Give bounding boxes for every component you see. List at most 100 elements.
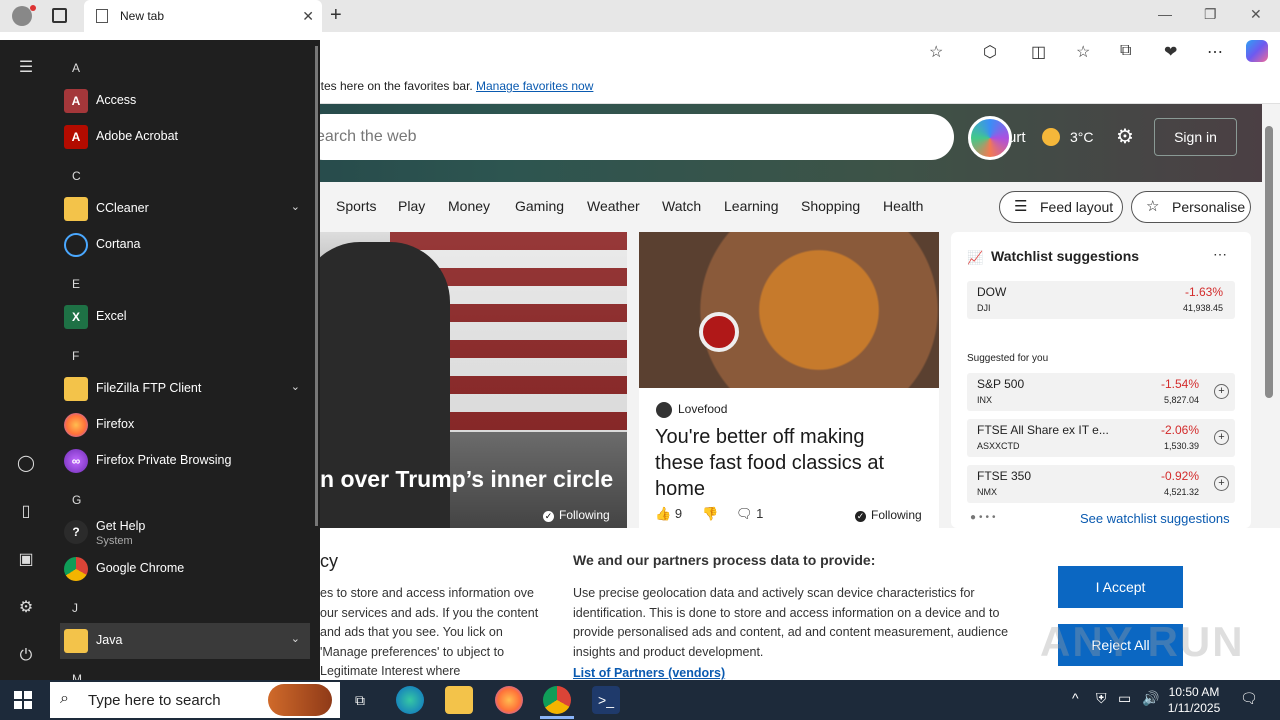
network-icon[interactable]: ▭ bbox=[1118, 690, 1131, 707]
performance-icon[interactable]: ❤ bbox=[1164, 42, 1177, 62]
news-card-1-headline[interactable]: n over Trump’s inner circle bbox=[320, 466, 613, 493]
hamburger-menu-icon[interactable]: ☰ bbox=[14, 56, 38, 80]
tab-actions-icon[interactable] bbox=[52, 8, 67, 23]
copilot-button[interactable] bbox=[968, 116, 1012, 160]
pictures-icon[interactable]: ▣ bbox=[14, 548, 38, 572]
personalise-button[interactable]: ☆ Personalise bbox=[1131, 191, 1251, 223]
app-label: Get Help bbox=[96, 519, 146, 533]
security-icon[interactable]: ⛨ bbox=[1096, 690, 1107, 707]
add-to-watchlist-icon[interactable]: + bbox=[1214, 476, 1229, 491]
page-scrollbar-thumb[interactable] bbox=[1265, 126, 1273, 398]
favorite-star-icon[interactable]: ☆ bbox=[929, 42, 943, 62]
accept-button[interactable]: I Accept bbox=[1058, 566, 1183, 608]
nav-weather[interactable]: Weather bbox=[587, 198, 640, 214]
file-explorer-icon[interactable] bbox=[445, 686, 473, 714]
nav-learning[interactable]: Learning bbox=[724, 198, 779, 214]
app-ccleaner[interactable]: CCleaner ⌄ bbox=[60, 191, 310, 227]
letter-heading[interactable]: M bbox=[72, 672, 82, 680]
chrome-taskbar-icon[interactable] bbox=[543, 686, 571, 714]
settings-gear-icon[interactable]: ⚙ bbox=[1116, 124, 1134, 149]
like-button[interactable]: 👍 9 bbox=[655, 506, 682, 522]
minimize-button[interactable]: — bbox=[1158, 6, 1172, 22]
nav-play[interactable]: Play bbox=[398, 198, 425, 214]
add-to-watchlist-icon[interactable]: + bbox=[1214, 430, 1229, 445]
see-watchlist-link[interactable]: See watchlist suggestions bbox=[1080, 511, 1230, 526]
nav-watch[interactable]: Watch bbox=[662, 198, 701, 214]
weather-icon[interactable] bbox=[1042, 128, 1060, 146]
address-bar[interactable] bbox=[320, 37, 960, 67]
stock-row[interactable]: FTSE All Share ex IT e... ASXXCTD -2.06%… bbox=[967, 419, 1235, 457]
location-label[interactable]: urt bbox=[1008, 129, 1026, 146]
more-icon[interactable]: ⋯ bbox=[1207, 42, 1223, 62]
nav-money[interactable]: Money bbox=[448, 198, 490, 214]
nav-gaming[interactable]: Gaming bbox=[515, 198, 564, 214]
extensions-icon[interactable]: ⬡ bbox=[983, 42, 997, 62]
app-access[interactable]: A Access bbox=[60, 83, 310, 119]
volume-icon[interactable]: 🔊 bbox=[1142, 690, 1159, 707]
manage-favorites-link[interactable]: Manage favorites now bbox=[476, 79, 593, 93]
system-clock[interactable]: 10:50 AM 1/11/2025 bbox=[1166, 684, 1222, 716]
letter-heading[interactable]: J bbox=[72, 601, 78, 615]
close-tab-icon[interactable]: ✕ bbox=[302, 8, 314, 25]
app-google-chrome[interactable]: Google Chrome bbox=[60, 551, 310, 587]
letter-heading[interactable]: E bbox=[72, 277, 80, 291]
page-icon bbox=[96, 9, 108, 23]
dislike-icon[interactable]: 👎 bbox=[702, 506, 718, 522]
show-hidden-icons[interactable]: ^ bbox=[1072, 690, 1079, 706]
start-menu-scrollbar[interactable] bbox=[315, 46, 318, 526]
task-view-icon[interactable]: ⧉ bbox=[346, 686, 374, 714]
letter-heading[interactable]: F bbox=[72, 349, 79, 363]
collections-icon[interactable]: ⧉ bbox=[1120, 42, 1131, 60]
notification-icon[interactable]: 🗨 bbox=[1240, 690, 1258, 707]
app-adobe-acrobat[interactable]: A Adobe Acrobat bbox=[60, 119, 310, 155]
stock-symbol: NMX bbox=[977, 487, 997, 497]
powershell-icon[interactable]: >_ bbox=[592, 686, 620, 714]
restore-button[interactable]: ❐ bbox=[1204, 6, 1217, 23]
letter-heading[interactable]: G bbox=[72, 493, 81, 507]
taskbar-search-box[interactable]: ⌕ Type here to search bbox=[50, 682, 340, 718]
copilot-icon[interactable] bbox=[1246, 40, 1268, 62]
sign-in-button[interactable]: Sign in bbox=[1154, 118, 1237, 156]
nav-health[interactable]: Health bbox=[883, 198, 923, 214]
feed-layout-button[interactable]: ☰ Feed layout bbox=[999, 191, 1123, 223]
check-icon: ✓ bbox=[543, 511, 554, 522]
carousel-dots[interactable]: ●••• bbox=[970, 512, 999, 523]
partners-link[interactable]: List of Partners (vendors) bbox=[573, 666, 725, 680]
close-window-button[interactable]: ✕ bbox=[1250, 6, 1262, 23]
app-java[interactable]: Java ⌄ bbox=[60, 623, 310, 659]
nav-shopping[interactable]: Shopping bbox=[801, 198, 860, 214]
letter-heading[interactable]: C bbox=[72, 169, 81, 183]
stock-row[interactable]: S&P 500 INX -1.54% 5,827.04 + bbox=[967, 373, 1235, 411]
power-icon[interactable]: ⏻ bbox=[14, 644, 38, 668]
app-firefox[interactable]: Firefox bbox=[60, 407, 310, 443]
news-card-2-headline[interactable]: You're better off making these fast food… bbox=[655, 424, 915, 502]
stock-row[interactable]: DOW DJI -1.63% 41,938.45 bbox=[967, 281, 1235, 319]
add-to-watchlist-icon[interactable]: + bbox=[1214, 384, 1229, 399]
watchlist-more-icon[interactable]: ⋯ bbox=[1213, 246, 1227, 263]
letter-heading[interactable]: A bbox=[72, 61, 80, 75]
card2-following[interactable]: ✓ Following bbox=[855, 508, 922, 522]
windows-start-icon[interactable] bbox=[14, 691, 32, 709]
comment-button[interactable]: 🗨 1 bbox=[736, 506, 763, 522]
stock-row[interactable]: FTSE 350 NMX -0.92% 4,521.32 + bbox=[967, 465, 1235, 503]
documents-icon[interactable]: ▯ bbox=[14, 500, 38, 524]
nav-sports[interactable]: Sports bbox=[336, 198, 376, 214]
app-firefox-private[interactable]: ∞ Firefox Private Browsing bbox=[60, 443, 310, 479]
app-get-help[interactable]: ? Get Help System bbox=[60, 514, 310, 554]
tab-new-tab[interactable]: New tab ✕ bbox=[84, 0, 322, 32]
app-cortana[interactable]: Cortana bbox=[60, 227, 310, 263]
app-filezilla[interactable]: FileZilla FTP Client ⌄ bbox=[60, 371, 310, 407]
settings-icon[interactable]: ⚙ bbox=[14, 596, 38, 620]
firefox-taskbar-icon[interactable] bbox=[495, 686, 523, 714]
user-account-icon[interactable]: ◯ bbox=[14, 452, 38, 476]
temperature[interactable]: 3°C bbox=[1070, 129, 1094, 145]
split-screen-icon[interactable]: ◫ bbox=[1031, 42, 1046, 62]
profile-avatar[interactable] bbox=[12, 6, 32, 26]
card2-source[interactable]: Lovefood bbox=[656, 402, 727, 418]
card1-following[interactable]: ✓ Following bbox=[543, 508, 610, 522]
favorites-icon[interactable]: ☆ bbox=[1076, 42, 1090, 62]
new-tab-button[interactable]: + bbox=[330, 4, 342, 27]
app-excel[interactable]: X Excel bbox=[60, 299, 310, 335]
edge-icon[interactable] bbox=[396, 686, 424, 714]
web-search-box[interactable]: earch the web bbox=[300, 114, 954, 160]
